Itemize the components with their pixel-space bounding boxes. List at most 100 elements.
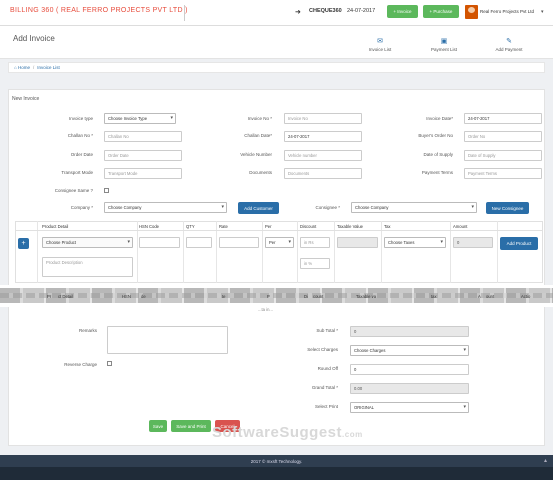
sub-total-label: Sub Total * — [316, 328, 338, 333]
select-charges-select[interactable]: Choose Charges — [350, 345, 469, 356]
new-purchase-button[interactable]: + Purchase — [423, 5, 459, 18]
items-col-taxable-value: Taxable va — [356, 294, 377, 299]
select-print-select[interactable]: ORIGINAL — [350, 402, 469, 413]
items-table-header: Pr ct Detail HSN de te P Di count Taxabl… — [0, 285, 553, 307]
items-col-a: A — [478, 294, 481, 299]
per-select[interactable]: Per — [265, 237, 294, 248]
payment-list-label: Payment List — [430, 47, 457, 52]
invoice-no-label: Invoice No * — [247, 116, 272, 121]
current-date: 24-07-2017 — [347, 8, 376, 14]
date-of-supply-label: Date of Supply — [423, 152, 453, 157]
invoice-no-input[interactable]: Invoice No — [284, 113, 362, 124]
buyers-order-no-input[interactable]: Order No — [464, 131, 542, 142]
payment-terms-label: Payment Terms — [421, 170, 453, 175]
challan-date-input[interactable]: 24-07-2017 — [284, 131, 362, 142]
col-header-per: Per — [265, 224, 272, 229]
company-label: Company * — [70, 205, 93, 210]
rate-input[interactable] — [219, 237, 259, 248]
col-header-rate: Rate — [219, 224, 228, 229]
items-col-action: Actio — [521, 294, 531, 299]
buyers-order-no-label: Buyer's Order No — [418, 133, 453, 138]
items-col-tax: tax — [431, 294, 437, 299]
new-consignee-button[interactable]: New Consignee — [486, 202, 529, 214]
remarks-label: Remarks — [78, 328, 97, 333]
consignee-label: Consignee * — [315, 205, 340, 210]
save-and-print-button[interactable]: Save and Print — [171, 420, 211, 432]
select-print-label: Select Print — [314, 404, 338, 409]
breadcrumb-home[interactable]: Home — [18, 65, 30, 70]
new-invoice-button[interactable]: + Invoice — [387, 5, 418, 18]
payment-terms-input[interactable]: Payment Terms — [464, 168, 542, 179]
invoice-type-select[interactable]: Choose Invoice Type — [104, 113, 176, 124]
round-off-label: Round Off — [317, 366, 338, 371]
add-row-button[interactable]: + — [18, 238, 29, 249]
product-select[interactable]: Choose Product — [42, 237, 133, 248]
consignee-same-label: Consignee Same ? — [54, 188, 93, 193]
col-header-amount: Amount — [453, 224, 468, 229]
items-col-pr: Pr — [47, 294, 52, 299]
envelope-icon: ✉ — [377, 38, 383, 45]
scroll-top-icon[interactable]: ▴ — [544, 457, 547, 464]
invoice-type-label: Invoice type — [68, 116, 93, 121]
discount-rs-input[interactable]: in Rs — [300, 237, 330, 248]
vehicle-number-label: Vehicle Number — [240, 152, 272, 157]
order-date-input[interactable]: Order Date — [104, 150, 182, 161]
bottom-bar — [0, 467, 553, 480]
items-col-per: P — [267, 294, 270, 299]
col-header-qty: QTY — [186, 224, 195, 229]
avatar[interactable] — [465, 5, 478, 19]
grand-total-label: Grand Total * — [311, 385, 338, 390]
brand-title[interactable]: BILLING 360 ( REAL FERRO PROJECTS PVT LT… — [10, 7, 188, 14]
table-header-divider — [15, 230, 543, 231]
consignee-select[interactable]: Choose Company — [351, 202, 477, 213]
hsn-code-input[interactable] — [139, 237, 180, 248]
payment-list-link[interactable]: ▣ Payment List — [419, 37, 469, 52]
items-header-band — [0, 288, 553, 303]
add-product-button[interactable]: Add Product — [500, 237, 538, 250]
user-label[interactable]: CHEQUE360 — [309, 8, 342, 14]
add-payment-link[interactable]: ✎ Add Payment — [484, 37, 534, 52]
footer: 2017 © mxsft Technology. — [0, 455, 553, 467]
add-payment-label: Add Payment — [495, 47, 523, 52]
items-col-product-detail: ct Detail — [58, 294, 74, 299]
items-col-di: Di — [304, 294, 308, 299]
challan-no-input[interactable]: Challan No — [104, 131, 182, 142]
company-select[interactable]: Choose Company — [104, 202, 227, 213]
page-header — [0, 26, 553, 59]
col-header-taxable-value: Taxable Value — [337, 224, 363, 229]
date-of-supply-input[interactable]: Date of Supply — [464, 150, 542, 161]
round-off-input[interactable]: 0 — [350, 364, 469, 375]
footer-text: 2017 © mxsft Technology. — [250, 458, 303, 464]
product-description-input[interactable]: Product Description — [42, 257, 133, 277]
invoice-date-input[interactable]: 24-07-2017 — [464, 113, 542, 124]
tax-select[interactable]: Choose Taxes — [384, 237, 446, 248]
pencil-icon: ✎ — [506, 38, 512, 45]
breadcrumb: ⌂ Home / Invoice List — [8, 62, 545, 73]
money-icon: ▣ — [440, 38, 448, 45]
qty-input[interactable] — [186, 237, 212, 248]
page-title: Add Invoice — [13, 34, 55, 43]
remarks-textarea[interactable] — [107, 326, 228, 354]
documents-input[interactable]: Documents — [284, 168, 362, 179]
section-title: New Invoice — [12, 96, 40, 102]
col-header-discount: Discount — [300, 224, 317, 229]
company-name[interactable]: Real Ferro Projects Pvt Ltd — [480, 9, 534, 14]
taxable-value-input — [337, 237, 378, 248]
items-col-rate: te — [222, 294, 226, 299]
documents-label: Documents — [249, 170, 272, 175]
transport-mode-input[interactable]: Transport Mode — [104, 168, 182, 179]
save-button[interactable]: Save — [149, 420, 167, 432]
invoice-list-link[interactable]: ✉ Invoice List — [355, 37, 405, 52]
reverse-charge-label: Reverse Charge — [64, 362, 97, 367]
reverse-charge-checkbox[interactable] — [107, 361, 112, 366]
chevron-down-icon[interactable]: ▾ — [541, 9, 544, 15]
invoice-list-label: Invoice List — [368, 47, 392, 52]
discount-percent-input[interactable]: in % — [300, 258, 330, 269]
consignee-same-checkbox[interactable] — [104, 188, 109, 193]
order-date-label: Order Date — [70, 152, 93, 157]
breadcrumb-current[interactable]: Invoice List — [37, 65, 60, 70]
col-header-product-detail: Product Detail — [42, 224, 69, 229]
col-header-hsn-code: HSN Code — [139, 224, 160, 229]
vehicle-number-input[interactable]: Vehicle number — [284, 150, 362, 161]
challan-date-label: Challan Date* — [244, 133, 272, 138]
